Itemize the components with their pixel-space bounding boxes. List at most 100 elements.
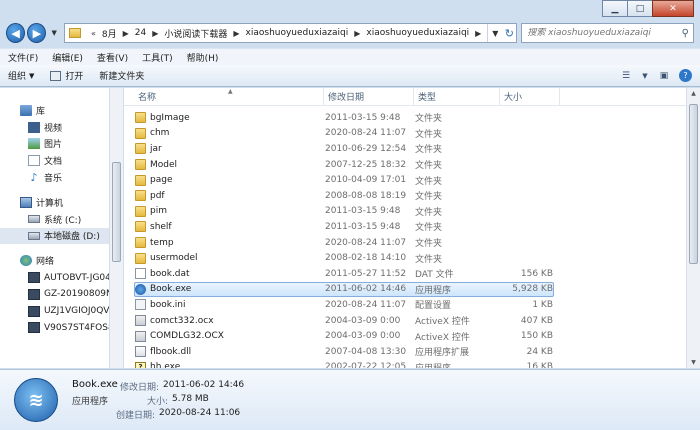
menu-help[interactable]: 帮助(H) [187, 51, 219, 64]
file-row[interactable]: COMDLG32.OCX 2004-03-09 0:00 ActiveX 控件 150… [134, 328, 554, 344]
scroll-up-icon[interactable]: ▲ [687, 90, 700, 97]
file-date: 2011-03-15 9:48 [325, 112, 401, 123]
file-row[interactable]: page 2010-04-09 17:01 文件夹 [134, 172, 554, 188]
file-row[interactable]: shelf 2011-03-15 9:48 文件夹 [134, 219, 554, 235]
breadcrumb-item[interactable]: xiaoshuoyueduxiazaiqi [366, 28, 469, 38]
file-row[interactable]: pim 2011-03-15 9:48 文件夹 [134, 204, 554, 220]
new-folder-button[interactable]: 新建文件夹 [99, 69, 144, 82]
column-name[interactable]: 名称 [124, 88, 324, 105]
back-button[interactable]: ◀ [6, 23, 26, 43]
breadcrumb-item[interactable]: 24 [135, 28, 146, 38]
details-size-label: 大小: [146, 397, 168, 407]
nav-label: 音乐 [44, 174, 63, 185]
file-name: book.dat [150, 268, 190, 279]
file-name-cell: jar [135, 143, 325, 155]
file-name: book.ini [150, 299, 186, 310]
file-date: 2002-07-22 12:05 [325, 362, 407, 368]
details-file-type: 应用程序 [72, 397, 109, 407]
view-options-icon[interactable]: ☰ [617, 69, 635, 83]
forward-button[interactable]: ▶ [27, 23, 47, 43]
nav-network[interactable]: 网络 [0, 252, 122, 269]
breadcrumb-item[interactable]: xiaoshuoyueduxiazaiqi [246, 28, 349, 38]
file-row[interactable]: comct332.ocx 2004-03-09 0:00 ActiveX 控件 407… [134, 313, 554, 329]
nav-label: AUTOBVT-JG04U [44, 272, 118, 283]
menu-file[interactable]: 文件(F) [8, 51, 38, 64]
file-row[interactable]: flbook.dll 2007-04-08 13:30 应用程序扩展 24 KB [134, 344, 554, 360]
chevron-down-icon[interactable]: ▼ [641, 69, 649, 83]
nav-label: UZJ1VGIOJ0QVF [44, 306, 115, 317]
column-date[interactable]: 修改日期 [324, 88, 414, 105]
address-bar[interactable]: « 8月 ▶ 24 ▶ 小说阅读下载器 ▶ xiaoshuoyueduxiaza… [63, 23, 518, 43]
scroll-down-icon[interactable]: ▼ [687, 359, 700, 366]
file-row[interactable]: pdf 2008-08-08 18:19 文件夹 [134, 188, 554, 204]
file-type: 文件夹 [415, 145, 443, 156]
menu-tools[interactable]: 工具(T) [142, 51, 173, 64]
nav-host[interactable]: GZ-20190809NY [0, 286, 122, 303]
organize-label: 组织 [8, 72, 27, 82]
nav-computer[interactable]: 计算机 [0, 194, 122, 211]
nav-label: 网络 [36, 257, 55, 268]
recent-pages-dropdown[interactable]: ▼ [48, 29, 59, 37]
chevron-right-icon[interactable]: ▶ [152, 29, 158, 38]
nav-scroll-thumb[interactable] [112, 162, 121, 262]
close-button[interactable]: ✕ [652, 0, 694, 17]
file-name: comct332.ocx [150, 315, 214, 326]
address-history-dropdown[interactable]: ▼ [488, 29, 502, 38]
file-row[interactable]: bgImage 2011-03-15 9:48 文件夹 [134, 110, 554, 126]
breadcrumb-overflow[interactable]: « [91, 29, 96, 38]
folder-icon [68, 28, 81, 38]
file-row[interactable]: book.dat 2011-05-27 11:52 DAT 文件 156 KB [134, 266, 554, 282]
music-icon: ♪ [30, 171, 38, 185]
chevron-right-icon[interactable]: ▶ [475, 29, 481, 38]
file-list-scrollbar[interactable]: ▲ ▼ [686, 88, 700, 368]
file-row[interactable]: jar 2010-06-29 12:54 文件夹 [134, 141, 554, 157]
file-row[interactable]: Model 2007-12-25 18:32 文件夹 [134, 157, 554, 173]
breadcrumb-item[interactable]: 小说阅读下载器 [164, 27, 227, 40]
file-row[interactable]: ? hh.exe 2002-07-22 12:05 应用程序 16 KB [134, 360, 554, 368]
file-row[interactable]: book.ini 2020-08-24 11:07 配置设置 1 KB [134, 297, 554, 313]
file-list: ▲ 名称 修改日期 类型 大小 bgImage 2011-03-15 9:48 文件… [124, 88, 686, 368]
file-row[interactable]: usermodel 2008-02-18 14:10 文件夹 [134, 250, 554, 266]
file-row[interactable]: temp 2020-08-24 11:07 文件夹 [134, 235, 554, 251]
column-type[interactable]: 类型 [414, 88, 500, 105]
folder-icon [135, 237, 146, 249]
preview-pane-icon[interactable]: ▣ [655, 69, 673, 83]
file-name-cell: flbook.dll [135, 346, 325, 358]
nav-drive-c[interactable]: 系统 (C:) [0, 211, 122, 228]
file-row[interactable]: chm 2020-08-24 11:07 文件夹 [134, 126, 554, 142]
maximize-button[interactable]: □ [627, 0, 653, 17]
file-list-scroll-thumb[interactable] [689, 104, 698, 264]
nav-music[interactable]: ♪ 音乐 [0, 169, 122, 186]
nav-libraries[interactable]: 库 [0, 102, 122, 119]
menu-view[interactable]: 查看(V) [97, 51, 128, 64]
nav-host[interactable]: AUTOBVT-JG04U [0, 269, 122, 286]
refresh-icon[interactable]: ↻ [502, 27, 516, 40]
nav-video[interactable]: 视频 [0, 119, 122, 136]
help-icon[interactable]: ? [679, 69, 692, 82]
open-button[interactable]: 打开 [50, 69, 83, 82]
chevron-right-icon[interactable]: ▶ [123, 29, 129, 38]
nav-pictures[interactable]: 图片 [0, 136, 122, 153]
chevron-right-icon[interactable]: ▶ [233, 29, 239, 38]
breadcrumb-item[interactable]: 8月 [102, 27, 117, 40]
file-type: 文件夹 [415, 129, 443, 140]
nav-drive-d[interactable]: 本地磁盘 (D:) [0, 227, 122, 245]
chevron-right-icon[interactable]: ▶ [354, 29, 360, 38]
file-date: 2010-04-09 17:01 [325, 175, 407, 186]
minimize-button[interactable]: ▁ [602, 0, 628, 17]
command-bar: 组织 ▼ 打开 新建文件夹 ☰ ▼ ▣ ? [0, 65, 700, 87]
nav-host[interactable]: UZJ1VGIOJ0QVF [0, 303, 122, 320]
nav-scrollbar[interactable] [109, 88, 123, 368]
file-name-cell: chm [135, 127, 325, 139]
nav-documents[interactable]: 文档 [0, 152, 122, 169]
search-icon[interactable]: ⚲ [682, 28, 689, 39]
search-input[interactable] [527, 28, 678, 38]
file-row[interactable]: Book.exe 2011-06-02 14:46 应用程序 5,928 KB [134, 281, 554, 298]
search-box[interactable]: ⚲ [521, 23, 694, 43]
address-tail: ▼ ↻ [487, 24, 516, 42]
column-size[interactable]: 大小 [500, 88, 560, 105]
menu-edit[interactable]: 编辑(E) [52, 51, 83, 64]
nav-host[interactable]: V90S7ST4FOS8C [0, 320, 122, 337]
organize-button[interactable]: 组织 ▼ [8, 69, 34, 83]
details-pane: ≋ Book.exe 应用程序 修改日期: 2011-06-02 14:46 大… [0, 369, 700, 430]
